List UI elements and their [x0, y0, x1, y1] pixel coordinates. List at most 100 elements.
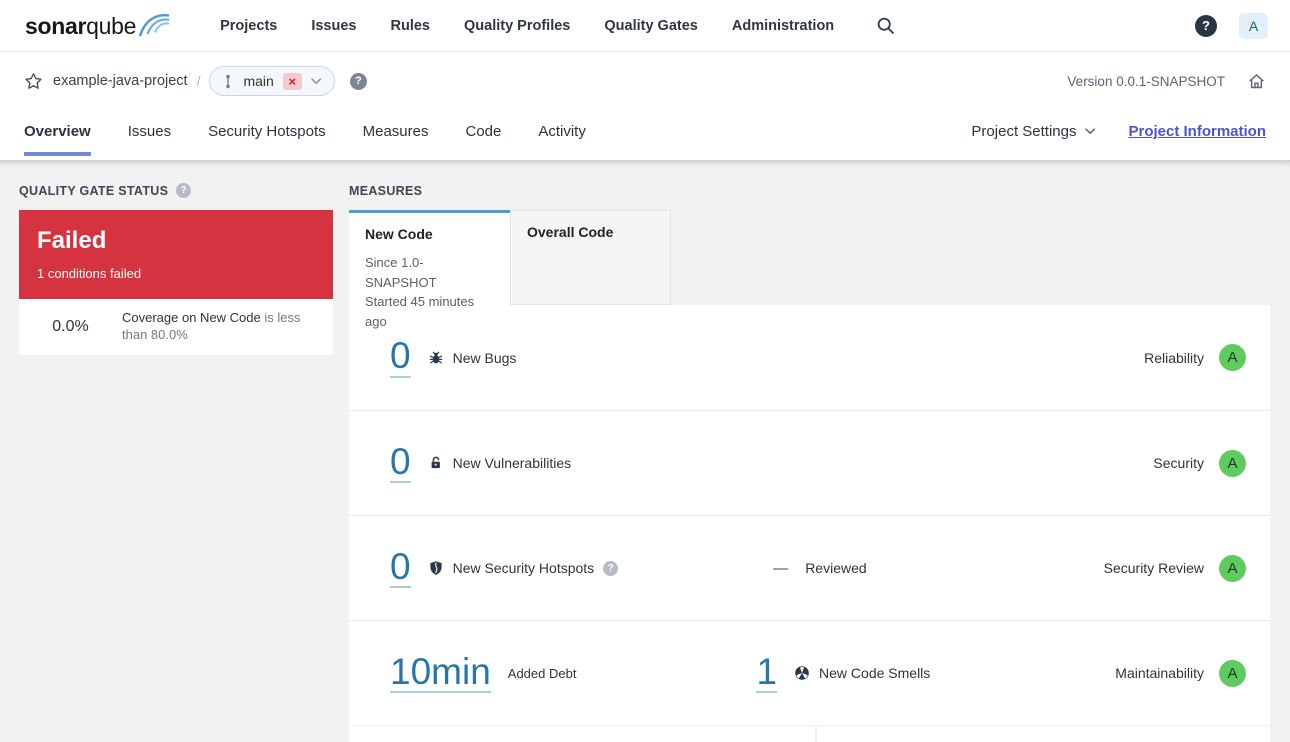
top-navigation: sonarqube Projects Issues Rules Quality …: [0, 0, 1290, 52]
condition-description: Coverage on New Code is less than 80.0%: [122, 310, 333, 344]
project-tabbar: Overview Issues Security Hotspots Measur…: [0, 110, 1290, 160]
tab-activity[interactable]: Activity: [538, 123, 586, 156]
logo-text-qube: qube: [86, 13, 137, 39]
security-review-rating-group: Security Review A: [1103, 554, 1246, 582]
branch-help-icon[interactable]: ?: [349, 72, 367, 90]
project-information-link[interactable]: Project Information: [1128, 123, 1266, 140]
security-label: Security: [1153, 455, 1204, 471]
project-version: Version 0.0.1-SNAPSHOT: [1067, 73, 1225, 89]
quality-gate-status: Failed: [37, 227, 107, 254]
search-icon[interactable]: [876, 16, 896, 36]
security-review-label: Security Review: [1103, 560, 1204, 576]
new-vulnerabilities-count[interactable]: 0: [390, 442, 411, 484]
logo-text-sonar: sonar: [25, 13, 87, 39]
tab-overview[interactable]: Overview: [24, 123, 91, 156]
branch-selector[interactable]: main ×: [209, 66, 335, 96]
new-code-since: Since 1.0-SNAPSHOT: [365, 255, 437, 290]
measures-card: 0 New Bugs Reliability A 0 New Vulnerabi…: [349, 305, 1270, 725]
project-settings-chevron-down-icon: [1085, 128, 1096, 135]
added-debt-value[interactable]: 10min: [390, 652, 491, 694]
measures-panel: MEASURES New Code Since 1.0-SNAPSHOT Sta…: [349, 183, 1270, 742]
new-security-hotspots-label: New Security Hotspots: [452, 560, 595, 576]
quality-gate-help-icon[interactable]: ?: [176, 183, 192, 198]
branch-chevron-down-icon: [311, 77, 322, 85]
added-debt-label-group: Added Debt: [508, 666, 577, 681]
security-rating-group: Security A: [1153, 449, 1246, 477]
branch-badge-icon[interactable]: ×: [282, 72, 302, 90]
condition-metric: Coverage on New Code: [122, 310, 261, 326]
duplications-panel-partial: [817, 726, 1270, 742]
security-hotspots-help-icon[interactable]: ?: [603, 560, 619, 576]
nav-item-issues[interactable]: Issues: [311, 18, 356, 34]
quality-gate-status-badge: Failed 1 conditions failed: [19, 210, 333, 299]
nav-item-quality-profiles[interactable]: Quality Profiles: [464, 18, 570, 34]
new-code-smells-count[interactable]: 1: [756, 652, 778, 694]
open-lock-icon: [428, 455, 444, 471]
condition-value: 0.0%: [52, 318, 89, 335]
overall-code-tab-label: Overall Code: [527, 224, 614, 240]
home-icon[interactable]: [1247, 72, 1266, 90]
quality-gate-panel: QUALITY GATE STATUS ? Failed 1 condition…: [19, 183, 333, 742]
tab-issues[interactable]: Issues: [128, 123, 171, 156]
breadcrumb-right-group: Version 0.0.1-SNAPSHOT: [1067, 72, 1266, 90]
new-vulnerabilities-label: New Vulnerabilities: [452, 455, 572, 471]
tabbar-right-group: Project Settings Project Information: [971, 110, 1266, 140]
new-vulnerabilities-label-group: New Vulnerabilities: [428, 455, 572, 471]
next-measures-section: [349, 726, 1270, 742]
new-security-hotspots-count[interactable]: 0: [390, 547, 411, 589]
tab-security-hotspots[interactable]: Security Hotspots: [208, 123, 326, 156]
measure-row-maintainability: 10min Added Debt 1 New Code Smells Maint…: [349, 620, 1270, 725]
nav-item-quality-gates[interactable]: Quality Gates: [604, 18, 697, 34]
nav-item-administration[interactable]: Administration: [732, 18, 834, 34]
new-bugs-label: New Bugs: [452, 349, 517, 366]
breadcrumb-separator: /: [196, 73, 201, 89]
maintainability-rating-group: Maintainability A: [1115, 659, 1246, 687]
security-review-rating-badge: A: [1219, 554, 1246, 582]
maintainability-label: Maintainability: [1115, 665, 1204, 681]
new-bugs-count[interactable]: 0: [390, 336, 411, 378]
sonarqube-logo[interactable]: sonarqube: [25, 8, 170, 43]
maintainability-rating-badge: A: [1219, 659, 1246, 687]
added-debt-label: Added Debt: [507, 665, 577, 681]
quality-gate-header: QUALITY GATE STATUS ?: [19, 183, 333, 198]
quality-gate-conditions-summary: 1 conditions failed: [37, 266, 142, 281]
reviewed-label: Reviewed: [805, 560, 867, 576]
new-security-hotspots-label-group: New Security Hotspots ?: [428, 560, 619, 576]
tab-measures[interactable]: Measures: [363, 123, 429, 156]
shield-icon: [428, 560, 444, 576]
measures-title: MEASURES: [349, 183, 423, 198]
sonarqube-swoosh-icon: [138, 8, 170, 43]
new-code-started: Started 45 minutes ago: [365, 294, 475, 329]
security-rating-badge: A: [1219, 449, 1246, 477]
main-menu: Projects Issues Rules Quality Profiles Q…: [220, 18, 834, 34]
branch-name: main: [243, 73, 274, 89]
code-smell-icon: [794, 665, 810, 681]
new-code-smells-group: 1 New Code Smells: [756, 652, 931, 694]
nav-item-rules[interactable]: Rules: [391, 18, 431, 34]
bug-icon: [428, 350, 444, 366]
new-code-smells-label: New Code Smells: [819, 665, 931, 681]
measure-row-security-review: 0 New Security Hotspots ? — Reviewed Sec…: [349, 515, 1270, 620]
nav-item-projects[interactable]: Projects: [220, 18, 277, 34]
failed-condition-row[interactable]: 0.0% Coverage on New Code is less than 8…: [19, 299, 333, 355]
breadcrumb: example-java-project / main × ? Version …: [0, 52, 1290, 110]
measures-tab-new-code[interactable]: New Code Since 1.0-SNAPSHOT Started 45 m…: [349, 210, 510, 329]
branch-icon: [222, 74, 234, 89]
help-icon[interactable]: ?: [1195, 14, 1217, 37]
quality-gate-title: QUALITY GATE STATUS: [19, 183, 169, 198]
measures-tabs: New Code Since 1.0-SNAPSHOT Started 45 m…: [349, 210, 1270, 329]
new-bugs-label-group: New Bugs: [428, 349, 517, 366]
favorite-star-icon[interactable]: [24, 72, 43, 91]
project-settings-label: Project Settings: [971, 123, 1077, 140]
reviewed-value: —: [773, 559, 789, 577]
nav-right-group: ? A: [1195, 12, 1268, 39]
measures-tab-overall-code[interactable]: Overall Code: [510, 210, 671, 305]
reliability-rating-badge: A: [1219, 344, 1246, 371]
logo-text: sonarqube: [25, 15, 136, 38]
tab-code[interactable]: Code: [465, 123, 501, 156]
user-avatar[interactable]: A: [1239, 12, 1268, 39]
project-name[interactable]: example-java-project: [53, 73, 188, 89]
project-settings-dropdown[interactable]: Project Settings: [971, 123, 1096, 140]
new-code-tab-label: New Code: [365, 226, 433, 242]
project-tabs: Overview Issues Security Hotspots Measur…: [24, 110, 586, 156]
